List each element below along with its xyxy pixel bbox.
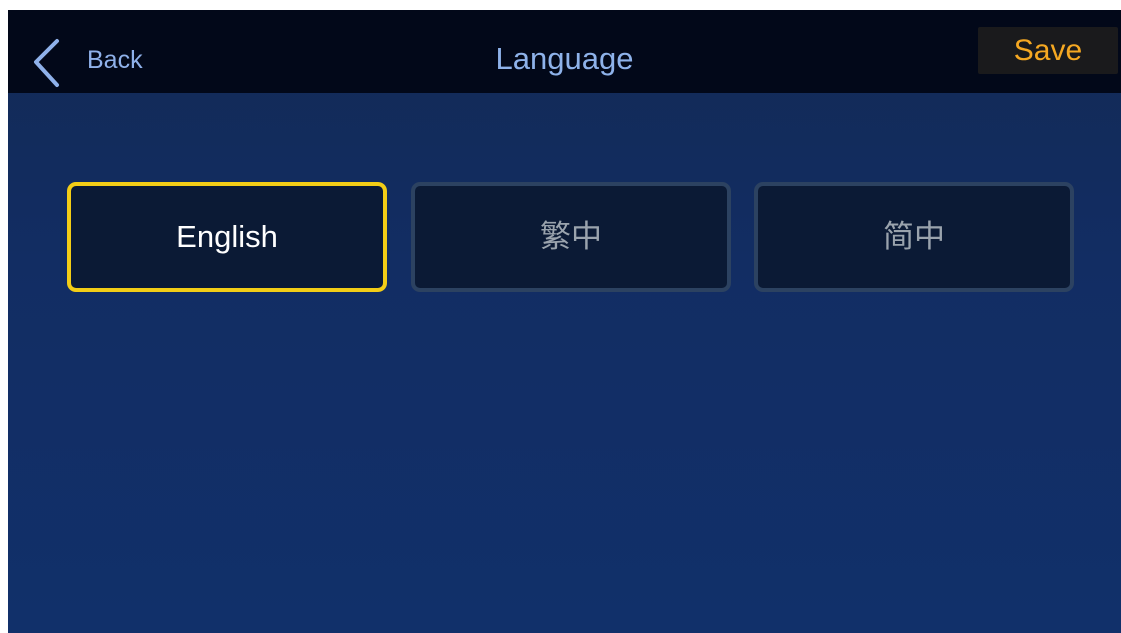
language-option-traditional-chinese[interactable]: 繁中 [411,182,731,292]
page-title: Language [495,41,634,76]
language-option-simplified-chinese[interactable]: 简中 [754,182,1074,292]
top-bar: Back Language Save [8,10,1121,93]
language-option-english[interactable]: English [67,182,387,292]
language-settings-screen: Back Language Save English 繁中 简中 [8,10,1121,633]
save-button[interactable]: Save [978,27,1118,74]
